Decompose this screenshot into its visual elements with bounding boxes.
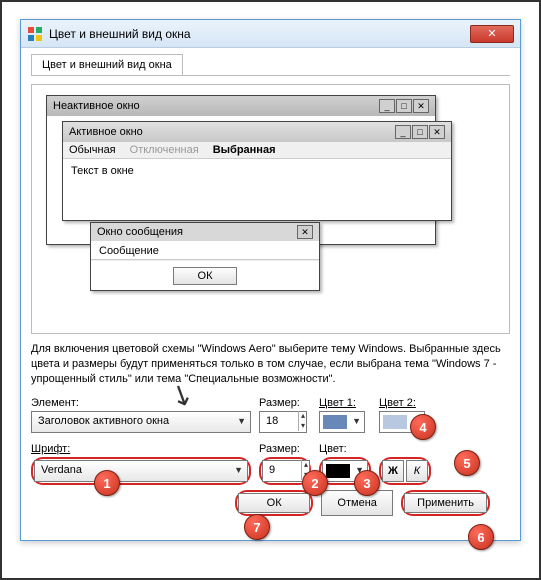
- titlebar: Цвет и внешний вид окна ✕: [21, 20, 520, 48]
- ok-button[interactable]: ОК: [238, 493, 310, 513]
- bold-button[interactable]: Ж: [382, 460, 404, 482]
- maximize-icon[interactable]: □: [412, 125, 428, 139]
- color1-picker[interactable]: [319, 411, 365, 433]
- font-combo[interactable]: Verdana: [34, 460, 248, 482]
- maximize-icon[interactable]: □: [396, 99, 412, 113]
- active-window-title: Активное окно _ □ ✕: [63, 122, 451, 142]
- preview-body-text: Текст в окне: [63, 159, 451, 183]
- menu-selected[interactable]: Выбранная: [213, 144, 276, 156]
- badge-3: 3: [354, 470, 380, 496]
- badge-2: 2: [302, 470, 328, 496]
- preview-menubar: Обычная Отключенная Выбранная: [63, 142, 451, 159]
- preview-msgbox: Окно сообщения ✕ Сообщение ОК: [90, 222, 320, 291]
- cancel-button[interactable]: Отмена: [321, 490, 393, 516]
- preview-area: Неактивное окно _ □ ✕ Активное окно _ □ …: [31, 84, 510, 334]
- app-icon: [27, 26, 43, 42]
- label-element: Элемент:: [31, 397, 251, 409]
- tabstrip: Цвет и внешний вид окна: [31, 54, 510, 76]
- label-color1: Цвет 1:: [319, 397, 371, 409]
- close-icon[interactable]: ✕: [413, 99, 429, 113]
- close-icon[interactable]: ✕: [297, 225, 313, 239]
- apply-button[interactable]: Применить: [404, 493, 487, 513]
- label-fontcolor: Цвет:: [319, 443, 371, 455]
- label-font: Шрифт:: [31, 443, 251, 455]
- close-button[interactable]: ✕: [470, 25, 514, 43]
- menu-normal[interactable]: Обычная: [69, 144, 116, 156]
- close-icon[interactable]: ✕: [429, 125, 445, 139]
- inactive-window-title: Неактивное окно _ □ ✕: [47, 96, 435, 116]
- minimize-icon[interactable]: _: [379, 99, 395, 113]
- badge-5: 5: [454, 450, 480, 476]
- tab-appearance[interactable]: Цвет и внешний вид окна: [31, 54, 183, 75]
- element-size-spin[interactable]: 18: [259, 411, 307, 433]
- msgbox-title: Окно сообщения: [97, 226, 297, 238]
- italic-button[interactable]: К: [406, 460, 428, 482]
- description-text: Для включения цветовой схемы "Windows Ae…: [31, 342, 510, 387]
- badge-4: 4: [410, 414, 436, 440]
- label-size1: Размер:: [259, 397, 311, 409]
- msgbox-ok-button[interactable]: ОК: [173, 267, 237, 285]
- label-color2: Цвет 2:: [379, 397, 431, 409]
- element-combo[interactable]: Заголовок активного окна: [31, 411, 251, 433]
- window-title: Цвет и внешний вид окна: [49, 27, 470, 41]
- menu-disabled: Отключенная: [130, 144, 199, 156]
- msgbox-text: Сообщение: [91, 241, 319, 260]
- badge-1: 1: [94, 470, 120, 496]
- label-size2: Размер:: [259, 443, 311, 455]
- minimize-icon[interactable]: _: [395, 125, 411, 139]
- badge-7: 7: [244, 514, 270, 540]
- badge-6: 6: [468, 524, 494, 550]
